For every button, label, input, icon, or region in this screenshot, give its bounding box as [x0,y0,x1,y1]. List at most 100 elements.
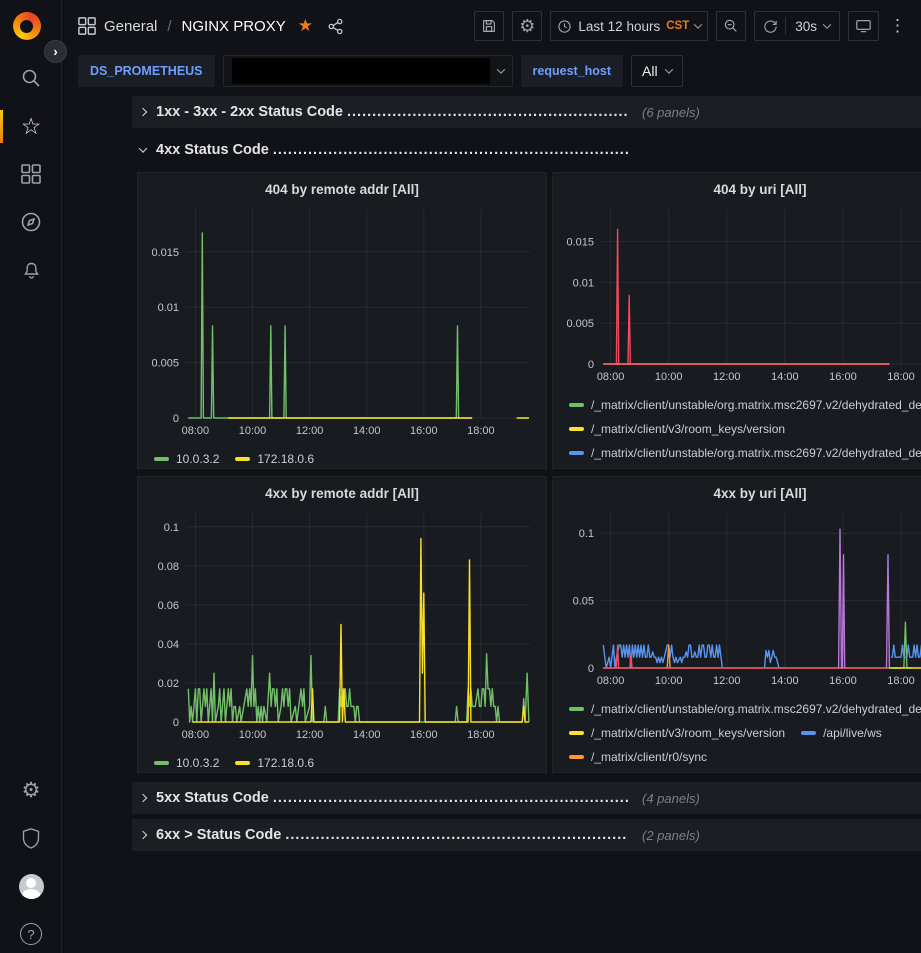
row-header-1xx-3xx-2xx[interactable]: 1xx - 3xx - 2xx Status Code.............… [132,96,921,128]
legend-series-swatch [154,457,169,461]
svg-text:0: 0 [588,663,594,675]
legend-item[interactable]: /api/live/ws [801,723,882,742]
share-icon[interactable] [327,18,344,35]
search-icon[interactable] [0,58,62,98]
legend-item[interactable]: /_matrix/client/v3/room_keys/version [569,467,785,469]
time-series-chart[interactable]: 00.0050.010.01508:0010:0012:0014:0016:00… [561,203,921,386]
redacted-datasource-value [232,58,490,84]
configuration-gear-icon[interactable]: ⚙ [0,770,62,810]
legend-item[interactable]: /_matrix/client/v3/room_keys/version [569,723,785,742]
dashboard-canvas: 1xx - 3xx - 2xx Status Code.............… [132,96,921,953]
dashboards-grid-icon[interactable] [0,154,62,194]
time-series-chart[interactable]: 00.050.108:0010:0012:0014:0016:0018:00 [561,507,921,690]
chart-legend: 10.0.3.2 172.18.0.6 [146,445,538,469]
panel-4xx-by-uri: 4xx by uri [All] 00.050.108:0010:0012:00… [552,476,921,773]
legend-series-label: /api/live/ws [823,726,882,740]
svg-text:16:00: 16:00 [829,371,857,383]
apps-grid-icon[interactable] [78,17,96,35]
legend-series-swatch [569,755,584,759]
svg-text:14:00: 14:00 [771,675,799,687]
chart-legend: /_matrix/client/unstable/org.matrix.msc2… [561,391,921,469]
chart-legend: 10.0.3.2 172.18.0.6 [146,749,538,773]
favorite-star-icon[interactable]: ★ [298,16,313,36]
cycle-view-mode-button[interactable] [848,11,879,41]
legend-item[interactable]: /_matrix/client/unstable/org.matrix.msc2… [569,699,921,718]
svg-text:14:00: 14:00 [771,371,799,383]
svg-text:0: 0 [173,717,179,729]
legend-series-swatch [569,403,584,407]
time-series-chart[interactable]: 00.0050.010.01508:0010:0012:0014:0016:00… [146,203,538,440]
row-header-4xx[interactable]: 4xx Status Code.........................… [132,134,921,166]
alerting-bell-icon[interactable] [0,250,62,290]
save-dashboard-button[interactable] [474,11,504,41]
dashboard-settings-button[interactable]: ⚙ [512,11,542,41]
breadcrumb-folder[interactable]: General [104,18,157,35]
zoom-out-time-button[interactable] [716,11,746,41]
grafana-logo-icon[interactable] [13,12,41,40]
explore-compass-icon[interactable] [0,202,62,242]
svg-text:18:00: 18:00 [887,371,915,383]
legend-item[interactable]: /_matrix/client/r0/sync [569,747,707,766]
admin-shield-icon[interactable] [0,818,62,858]
breadcrumb-dashboard-title[interactable]: NGINX PROXY [182,18,286,35]
legend-series-swatch [569,451,584,455]
variable-label-request-host: request_host [521,55,624,87]
svg-text:16:00: 16:00 [410,425,438,437]
legend-item[interactable]: /_matrix/client/unstable/org.matrix.msc2… [569,395,921,414]
legend-item[interactable]: /_matrix/client/unstable/org.matrix.msc2… [569,443,921,462]
refresh-interval-dropdown[interactable]: 30s [786,19,839,34]
svg-text:0.04: 0.04 [158,639,179,651]
svg-text:0.08: 0.08 [158,561,179,573]
svg-text:0: 0 [173,413,179,425]
row-header-6xx[interactable]: 6xx > Status Code.......................… [132,819,921,851]
svg-text:0.1: 0.1 [164,522,179,534]
svg-text:18:00: 18:00 [887,675,915,687]
svg-text:0.015: 0.015 [566,237,594,249]
dashboard-toolbar: General / NGINX PROXY ★ ⚙ Last 12 hours … [62,0,921,52]
svg-text:0.005: 0.005 [566,318,594,330]
legend-series-label: 172.18.0.6 [257,452,314,466]
legend-series-label: /_matrix/client/unstable/org.matrix.msc2… [591,702,921,716]
request-host-value: All [642,63,658,79]
svg-text:0.06: 0.06 [158,600,179,612]
svg-text:0.01: 0.01 [158,302,179,314]
legend-item[interactable]: /_matrix/client/v3/room_keys/version [569,419,785,438]
variable-value-datasource-select[interactable] [223,55,513,87]
chevron-down-icon [664,65,672,73]
breadcrumb: General / NGINX PROXY ★ [78,16,344,36]
refresh-interval-label: 30s [795,19,817,34]
legend-series-label: 10.0.3.2 [176,756,219,770]
refresh-button[interactable] [755,12,785,40]
time-range-picker[interactable]: Last 12 hours CST [550,11,708,41]
starred-dashboards-icon[interactable]: ☆ [0,106,62,146]
svg-text:14:00: 14:00 [353,425,381,437]
time-range-label: Last 12 hours [578,19,660,34]
panel-title[interactable]: 4xx by uri [All] [561,483,921,507]
panel-title[interactable]: 4xx by remote addr [All] [146,483,538,507]
svg-text:18:00: 18:00 [467,729,495,741]
help-icon[interactable]: ? [0,914,62,953]
legend-series-label: /_matrix/client/v3/room_keys/version [591,726,785,740]
legend-item[interactable]: 172.18.0.6 [235,449,314,468]
row-header-5xx[interactable]: 5xx Status Code.........................… [132,782,921,814]
more-options-kebab-button[interactable]: ⋮ [887,11,908,41]
svg-text:0.02: 0.02 [158,678,179,690]
user-avatar[interactable] [0,866,62,906]
legend-item[interactable]: 172.18.0.6 [235,753,314,772]
svg-text:18:00: 18:00 [467,425,495,437]
svg-text:12:00: 12:00 [296,729,324,741]
svg-text:0.005: 0.005 [151,358,179,370]
legend-item[interactable]: 10.0.3.2 [154,753,219,772]
legend-item[interactable]: /sw.js [801,467,852,469]
legend-series-swatch [569,427,584,431]
legend-series-swatch [235,761,250,765]
panel-title[interactable]: 404 by uri [All] [561,179,921,203]
panel-title[interactable]: 404 by remote addr [All] [146,179,538,203]
time-series-chart[interactable]: 00.020.040.060.080.108:0010:0012:0014:00… [146,507,538,744]
sidebar-expand-button[interactable]: › [44,40,67,63]
variable-value-request-host-select[interactable]: All [631,55,683,87]
svg-text:0.05: 0.05 [573,596,594,608]
legend-series-swatch [235,457,250,461]
legend-item[interactable]: 10.0.3.2 [154,449,219,468]
legend-item[interactable]: /_matrix/client/unstable/org.matrix.msc2… [569,771,921,773]
